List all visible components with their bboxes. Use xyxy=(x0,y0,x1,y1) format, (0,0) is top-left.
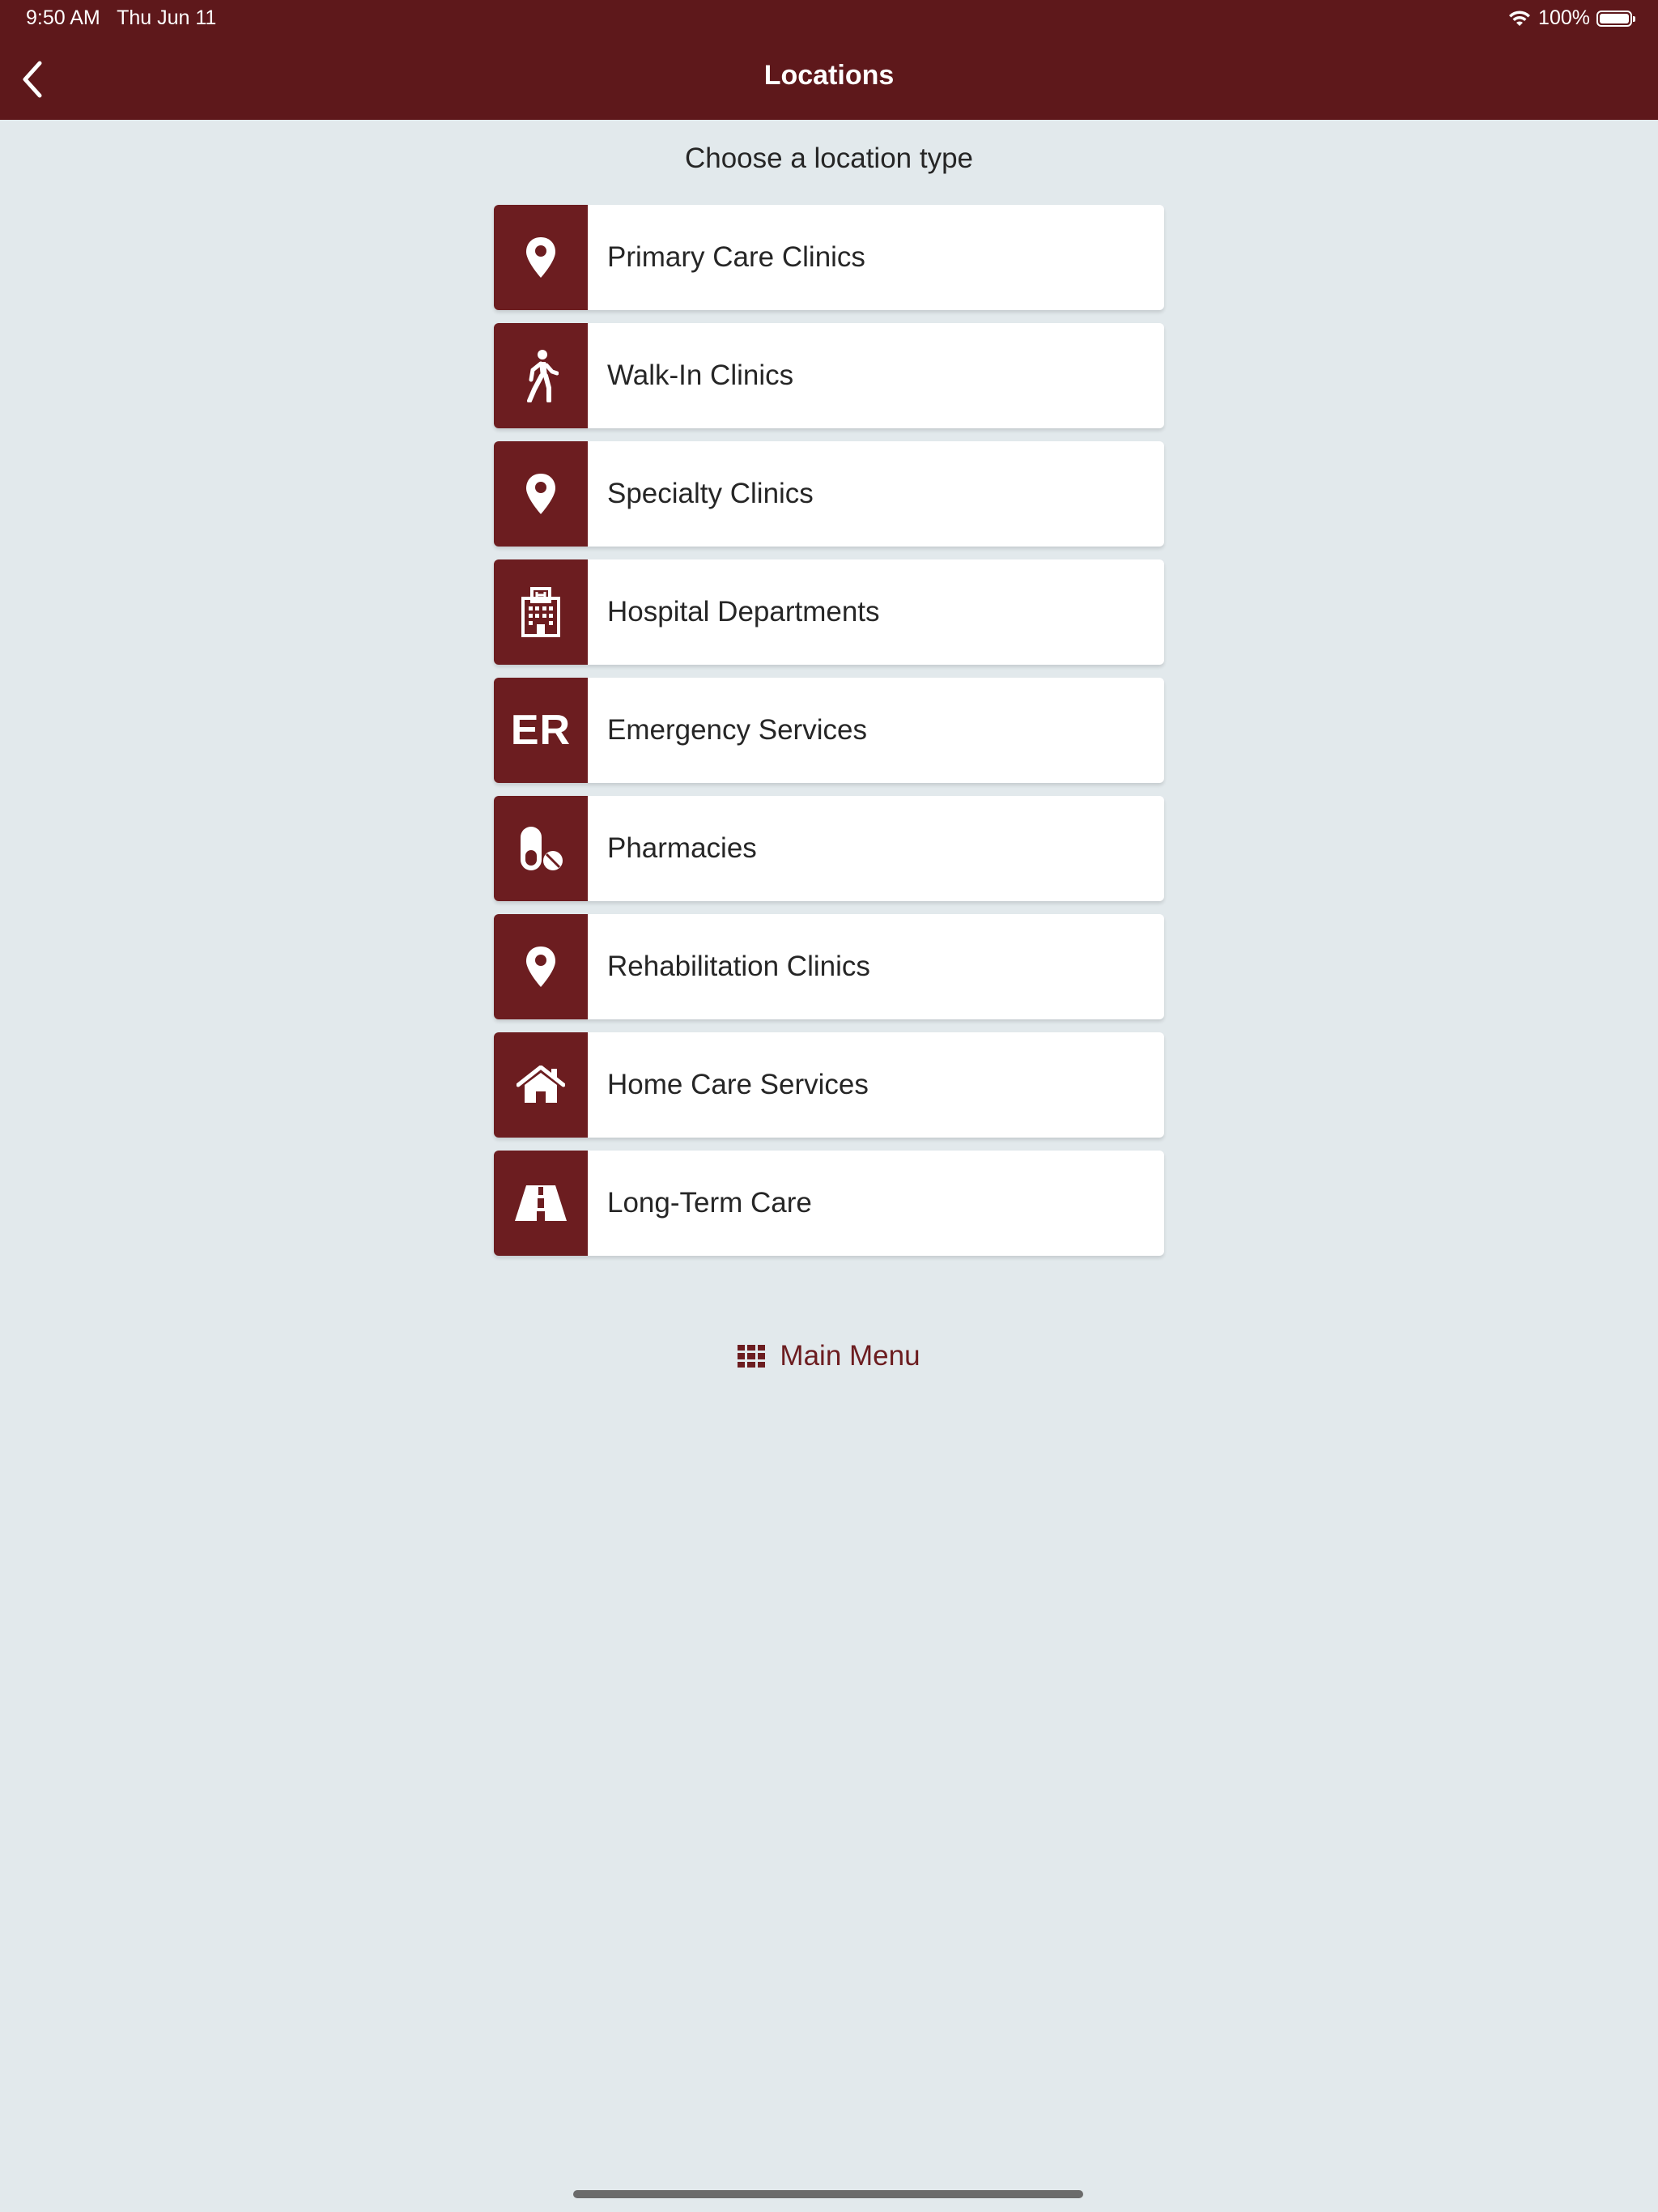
main-menu-link[interactable]: Main Menu xyxy=(0,1340,1658,1372)
pills-icon xyxy=(494,796,588,901)
status-indicators: 100% xyxy=(1507,6,1635,30)
location-item-long-term-care[interactable]: Long-Term Care xyxy=(494,1151,1164,1256)
navigation-bar: 9:50 AM Thu Jun 11 100% Locations xyxy=(0,0,1658,120)
status-time: 9:50 AM Thu Jun 11 xyxy=(26,6,217,29)
location-item-home-care[interactable]: Home Care Services xyxy=(494,1032,1164,1138)
location-item-label: Walk-In Clinics xyxy=(607,359,794,391)
location-item-emergency[interactable]: ER Emergency Services xyxy=(494,678,1164,783)
battery-percent: 100% xyxy=(1538,6,1590,29)
location-item-specialty[interactable]: Specialty Clinics xyxy=(494,441,1164,547)
map-pin-icon xyxy=(494,205,588,310)
location-item-walk-in[interactable]: Walk-In Clinics xyxy=(494,323,1164,428)
main-menu-label: Main Menu xyxy=(780,1340,920,1372)
location-item-rehabilitation[interactable]: Rehabilitation Clinics xyxy=(494,914,1164,1019)
location-item-label: Hospital Departments xyxy=(607,596,880,627)
hospital-building-icon xyxy=(494,559,588,665)
map-pin-icon xyxy=(494,914,588,1019)
location-item-label: Pharmacies xyxy=(607,832,757,864)
road-icon xyxy=(494,1151,588,1256)
location-item-label: Specialty Clinics xyxy=(607,478,814,509)
er-icon-text: ER xyxy=(510,707,572,754)
location-item-label: Home Care Services xyxy=(607,1069,869,1100)
location-item-label: Long-Term Care xyxy=(607,1187,812,1219)
location-item-label: Emergency Services xyxy=(607,714,867,746)
location-item-hospital-departments[interactable]: Hospital Departments xyxy=(494,559,1164,665)
location-item-primary-care[interactable]: Primary Care Clinics xyxy=(494,205,1164,310)
wifi-icon xyxy=(1509,10,1531,26)
walking-person-icon xyxy=(494,323,588,428)
grid-icon xyxy=(738,1345,766,1368)
location-type-list: Primary Care Clinics Walk-In Clinics Spe… xyxy=(494,205,1164,1269)
battery-icon xyxy=(1596,10,1635,27)
er-icon: ER xyxy=(494,678,588,783)
map-pin-icon xyxy=(494,441,588,547)
location-type-prompt: Choose a location type xyxy=(684,143,974,174)
location-item-label: Primary Care Clinics xyxy=(607,241,865,273)
location-item-label: Rehabilitation Clinics xyxy=(607,951,870,982)
house-icon xyxy=(494,1032,588,1138)
location-item-pharmacies[interactable]: Pharmacies xyxy=(494,796,1164,901)
page-title: Locations xyxy=(763,60,895,91)
home-indicator[interactable] xyxy=(573,2190,1083,2198)
